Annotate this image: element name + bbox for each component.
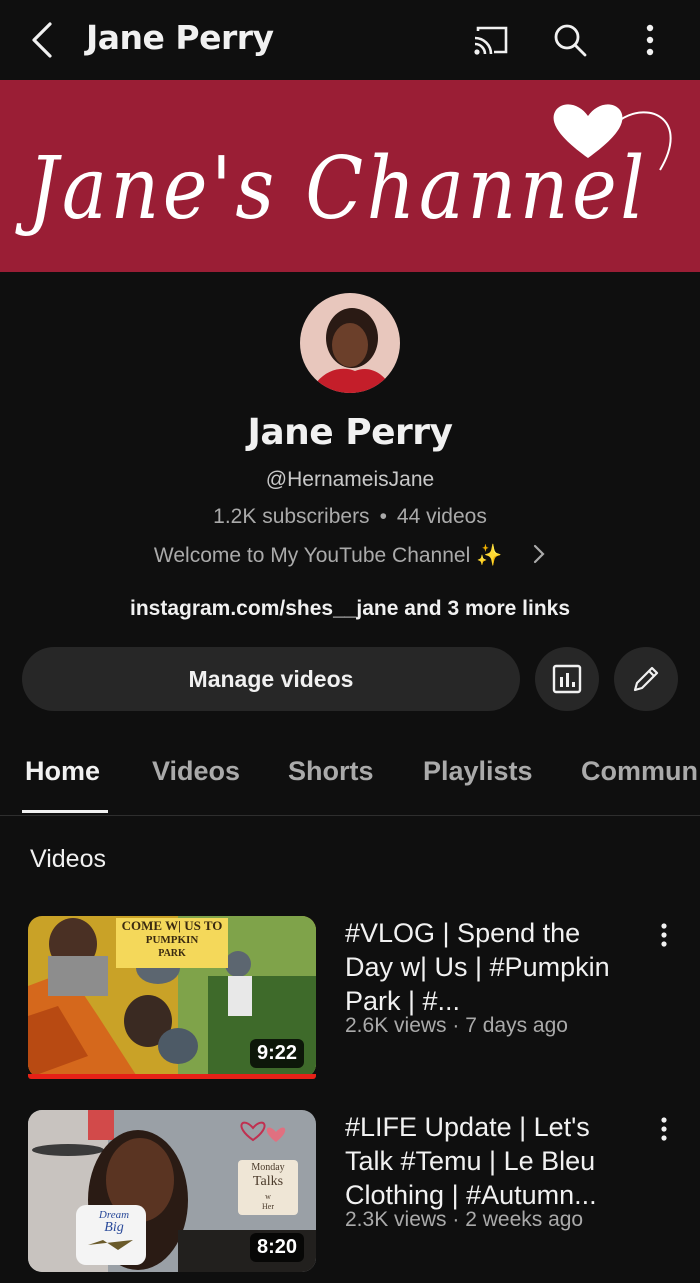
video-item: Monday Talks w Her Dream Big 8:20 #LIFE …: [0, 1110, 700, 1280]
tab-shorts[interactable]: Shorts: [288, 756, 374, 787]
search-icon[interactable]: [550, 20, 590, 60]
video-title[interactable]: #LIFE Update | Let's Talk #Temu | Le Ble…: [345, 1110, 625, 1212]
more-vertical-icon[interactable]: [630, 20, 670, 60]
channel-tabs: Home Videos Shorts Playlists Commun: [0, 740, 700, 816]
tab-community[interactable]: Commun: [581, 756, 698, 787]
banner-script-text: Jane's Channel: [15, 139, 648, 239]
stats-separator: •: [379, 505, 387, 528]
tab-playlists[interactable]: Playlists: [423, 756, 533, 787]
edit-channel-button[interactable]: [614, 647, 678, 711]
video-meta: 2.6K views · 7 days ago: [345, 1014, 568, 1037]
thumbnail-text-line-2: PUMPKIN: [145, 934, 199, 946]
sign-text-line-2: Talks: [252, 1174, 284, 1189]
sign-text-line-3: w: [265, 1192, 271, 1201]
cast-icon[interactable]: [470, 20, 510, 60]
analytics-button[interactable]: [535, 647, 599, 711]
video-thumbnail[interactable]: Monday Talks w Her Dream Big 8:20: [28, 1110, 316, 1272]
more-vertical-icon[interactable]: [650, 918, 678, 954]
section-title: Videos: [30, 845, 106, 873]
tab-home[interactable]: Home: [25, 756, 100, 787]
thumbnail-text-line-1: COME W| US TO: [121, 918, 223, 933]
pencil-icon: [633, 666, 659, 692]
channel-banner: Jane's Channel: [0, 80, 700, 272]
back-arrow-icon[interactable]: [24, 18, 64, 62]
channel-name: Jane Perry: [247, 412, 453, 453]
active-tab-indicator: [22, 810, 108, 813]
video-duration: 9:22: [249, 1039, 304, 1068]
avatar[interactable]: [300, 293, 400, 393]
more-vertical-icon[interactable]: [650, 1112, 678, 1148]
video-thumbnail[interactable]: COME W| US TO PUMPKIN PARK 9:22: [28, 916, 316, 1078]
sign-text-line-4: Her: [262, 1202, 274, 1211]
sign-text-line-1: Monday: [251, 1162, 285, 1173]
channel-stats: 1.2K subscribers • 44 videos: [0, 505, 700, 529]
chevron-right-icon: [532, 543, 546, 571]
channel-handle: @HernameisJane: [265, 468, 435, 491]
video-count: 44 videos: [396, 505, 487, 528]
video-item: COME W| US TO PUMPKIN PARK 9:22 #VLOG | …: [0, 916, 700, 1086]
channel-description[interactable]: Welcome to My YouTube Channel ✨: [0, 543, 700, 571]
description-text: Welcome to My YouTube Channel ✨: [153, 544, 503, 567]
thumbnail-text-line-3: PARK: [158, 948, 186, 959]
analytics-icon: [552, 664, 582, 694]
mug-text-line-2: Big: [104, 1220, 124, 1235]
subscriber-count: 1.2K subscribers: [213, 505, 370, 528]
header-title: Jane Perry: [86, 18, 274, 57]
top-app-bar: Jane Perry: [0, 0, 700, 80]
manage-videos-button[interactable]: Manage videos: [22, 647, 520, 711]
video-meta: 2.3K views · 2 weeks ago: [345, 1208, 584, 1231]
watch-progress-bar: [28, 1074, 316, 1079]
video-duration: 8:20: [249, 1233, 304, 1262]
video-title[interactable]: #VLOG | Spend the Day w| Us | #Pumpkin P…: [345, 916, 625, 1018]
channel-links[interactable]: instagram.com/shes__jane and 3 more link…: [0, 597, 700, 621]
tab-videos[interactable]: Videos: [152, 756, 240, 787]
